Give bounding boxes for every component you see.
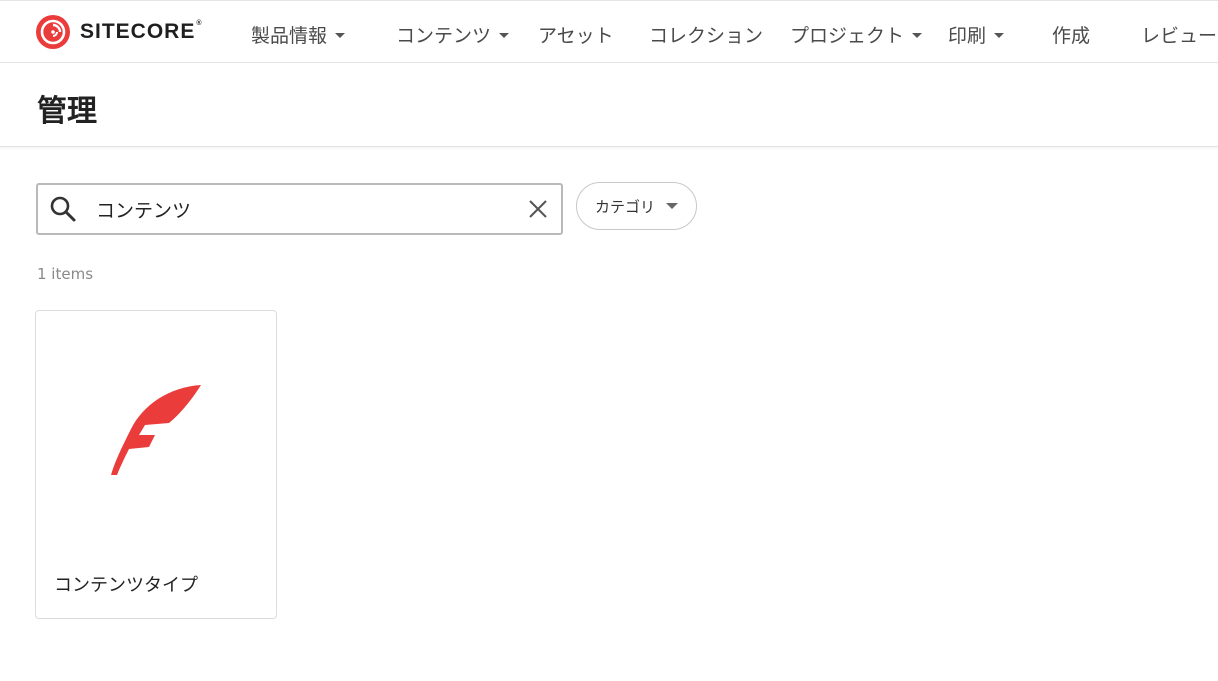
- search-input[interactable]: [96, 193, 516, 225]
- caret-down-icon: [499, 32, 510, 38]
- caret-down-icon: [994, 32, 1005, 38]
- category-filter-label: カテゴリ: [595, 197, 656, 216]
- search-icon: [49, 195, 77, 227]
- caret-down-icon: [335, 32, 346, 38]
- sitecore-logo[interactable]: SITECORE®: [35, 14, 203, 50]
- nav-item-label: 印刷: [948, 24, 987, 47]
- search-box[interactable]: [36, 183, 563, 235]
- card-label: コンテンツタイプ: [54, 575, 198, 596]
- nav-item-print[interactable]: 印刷: [948, 21, 1005, 47]
- top-navigation: SITECORE® 製品情報 コンテンツ アセット コレクション プロジェクト …: [0, 0, 1218, 63]
- nav-item-label: コレクション: [649, 24, 764, 47]
- brand-name: SITECORE®: [80, 20, 203, 43]
- nav-item-label: 製品情報: [251, 24, 328, 47]
- nav-item-label: 作成: [1052, 24, 1091, 47]
- nav-item-products[interactable]: 製品情報: [251, 21, 346, 47]
- page-title: 管理: [37, 94, 97, 129]
- nav-item-collections[interactable]: コレクション: [649, 21, 763, 47]
- nav-item-projects[interactable]: プロジェクト: [790, 21, 923, 47]
- category-filter-button[interactable]: カテゴリ: [576, 182, 697, 230]
- nav-item-label: プロジェクト: [790, 24, 905, 47]
- item-count: 1 items: [37, 265, 94, 283]
- feather-icon: [109, 383, 203, 481]
- page-header: 管理: [0, 63, 1218, 147]
- nav-item-label: レビュー: [1141, 24, 1218, 47]
- caret-down-icon: [912, 32, 923, 38]
- clear-search-icon[interactable]: [528, 199, 548, 223]
- nav-item-assets[interactable]: アセット: [538, 21, 614, 47]
- nav-item-label: コンテンツ: [396, 24, 492, 47]
- sitecore-logo-icon: [36, 15, 70, 49]
- nav-item-create[interactable]: 作成: [1052, 21, 1090, 47]
- caret-down-icon: [666, 203, 678, 209]
- nav-item-review[interactable]: レビュー: [1141, 21, 1217, 47]
- content-type-card[interactable]: コンテンツタイプ: [35, 310, 277, 619]
- nav-item-content[interactable]: コンテンツ: [396, 21, 510, 47]
- nav-item-label: アセット: [538, 24, 614, 47]
